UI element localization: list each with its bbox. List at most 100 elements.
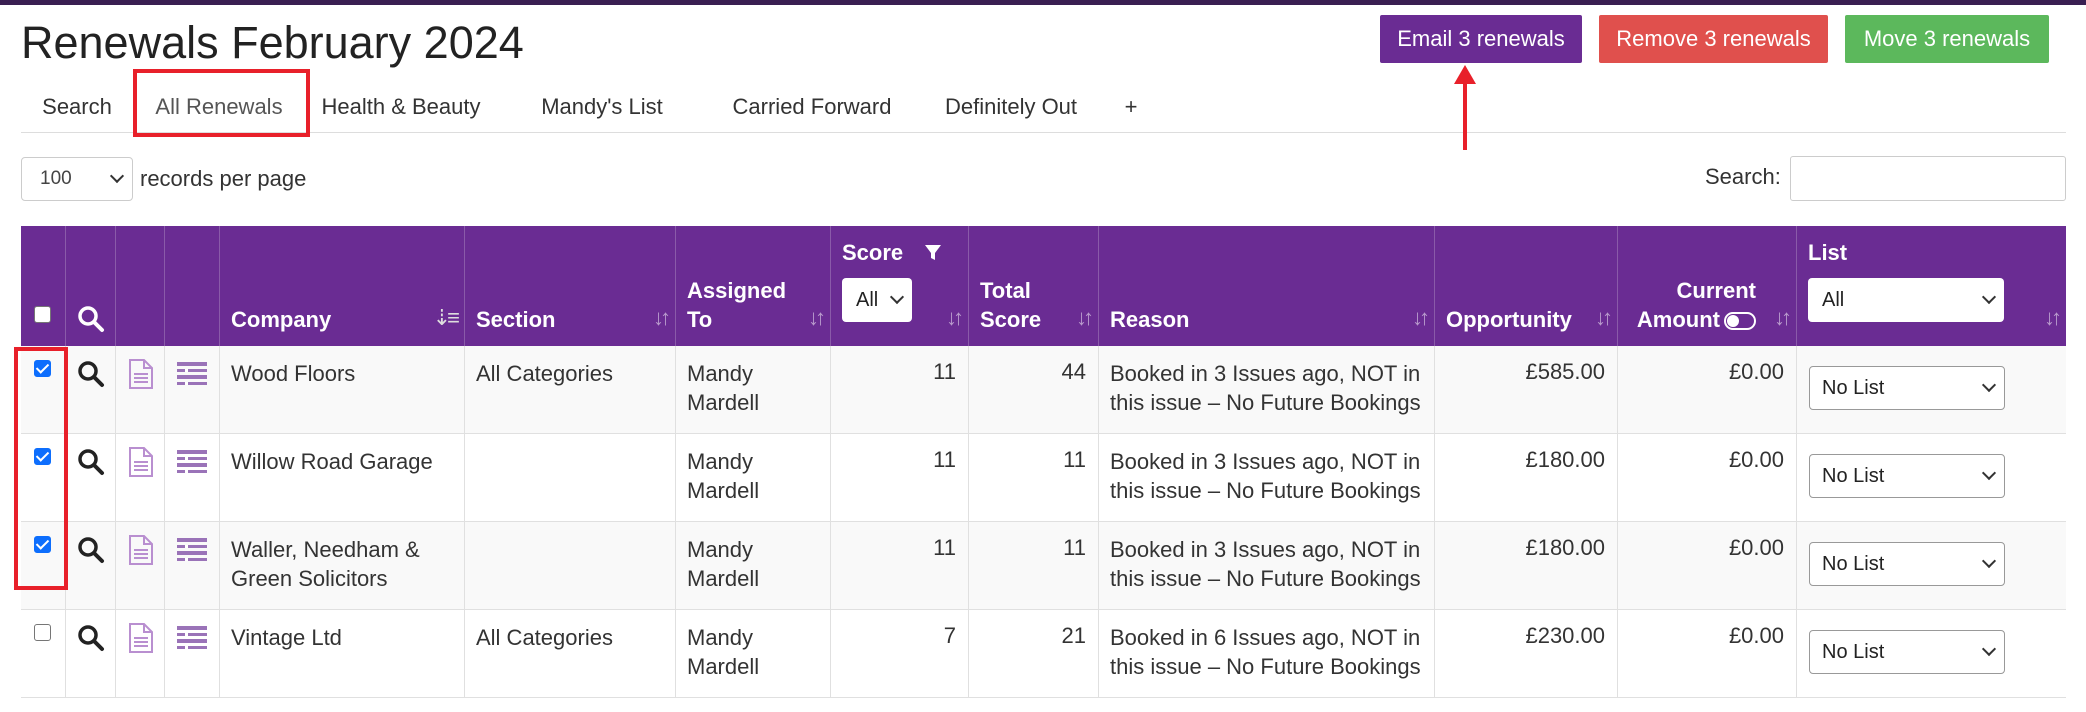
cell-opportunity: £585.00 [1525, 359, 1605, 384]
cell-wrap-details [165, 610, 220, 698]
header-current-amount[interactable]: Current Amount ↓↑ [1618, 226, 1797, 346]
score-filter-value: All [856, 288, 879, 311]
header-reason[interactable]: Reason ↓↑ [1099, 226, 1435, 346]
search-input[interactable] [1790, 156, 2066, 201]
header-section[interactable]: Section ↓↑ [465, 226, 676, 346]
tab-health-beauty[interactable]: Health & Beauty [311, 80, 491, 133]
row-list-select[interactable]: No List [1809, 366, 2005, 410]
search-icon[interactable] [77, 448, 105, 476]
cell-company: Willow Road Garage [231, 449, 433, 474]
header-score[interactable]: Score All ↓↑ [831, 226, 969, 346]
cell-wrap-view [66, 522, 116, 610]
row-list-select[interactable]: No List [1809, 454, 2005, 498]
cell-wrap-assigned: Mandy Mardell [676, 522, 831, 610]
tab-carried-forward[interactable]: Carried Forward [709, 80, 915, 133]
header-opportunity[interactable]: Opportunity ↓↑ [1435, 226, 1618, 346]
document-icon[interactable] [128, 447, 154, 477]
tab-search[interactable]: Search [21, 80, 133, 133]
document-icon[interactable] [128, 535, 154, 565]
cell-assigned: Mandy Mardell [687, 361, 760, 415]
details-list-icon[interactable] [177, 362, 207, 386]
sort-icon: ↓↑ [1076, 305, 1094, 330]
header-assigned-to[interactable]: Assigned To ↓↑ [676, 226, 831, 346]
cell-current-amount: £0.00 [1728, 535, 1784, 560]
header-score-label: Score [842, 240, 904, 265]
cell-wrap-assigned: Mandy Mardell [676, 346, 831, 434]
records-per-page: 100 records per page [21, 157, 306, 201]
cell-opportunity: £230.00 [1525, 623, 1605, 648]
header-current-amount-label: Current Amount [1636, 278, 1756, 332]
details-list-icon[interactable] [177, 626, 207, 650]
header-reason-label: Reason [1110, 307, 1190, 332]
records-per-page-value: 100 [40, 168, 72, 189]
cell-wrap-company: Vintage Ltd [220, 610, 465, 698]
list-filter-select[interactable]: All [1808, 278, 2004, 322]
cell-wrap-list: No List [1797, 346, 2066, 434]
header-company[interactable]: Company ⇣≡ [220, 226, 465, 346]
details-list-icon[interactable] [177, 450, 207, 474]
row-list-value: No List [1822, 552, 1885, 575]
sort-icon: ↓↑ [1595, 305, 1613, 330]
cell-total-score: 11 [1063, 447, 1086, 472]
tab-definitely-out[interactable]: Definitely Out [915, 80, 1107, 133]
score-filter-select[interactable]: All [842, 278, 912, 322]
sort-icon: ↓↑ [1774, 305, 1792, 330]
details-list-icon[interactable] [177, 538, 207, 562]
row-list-value: No List [1822, 464, 1885, 487]
chevron-down-icon [1981, 641, 1997, 657]
document-icon[interactable] [128, 359, 154, 389]
records-per-page-select[interactable]: 100 [21, 157, 133, 201]
cell-wrap-total_score: 11 [969, 522, 1099, 610]
header-select-all [21, 226, 66, 346]
cell-wrap-company: Wood Floors [220, 346, 465, 434]
table-row: Willow Road Garage Mandy Mardell 11 11 Booked… [21, 434, 2066, 522]
row-select-checkbox[interactable] [34, 624, 51, 641]
search-icon[interactable] [77, 536, 105, 564]
cell-wrap-current_amount: £0.00 [1618, 346, 1797, 434]
cell-wrap-opportunity: £230.00 [1435, 610, 1618, 698]
cell-wrap-score: 7 [831, 610, 969, 698]
cell-wrap-section [465, 434, 676, 522]
cell-wrap-score: 11 [831, 346, 969, 434]
header-total-score[interactable]: Total Score ↓↑ [969, 226, 1099, 346]
cell-section: All Categories [476, 361, 613, 386]
row-list-select[interactable]: No List [1809, 542, 2005, 586]
cell-wrap-reason: Booked in 3 Issues ago, NOT in this issue… [1099, 346, 1435, 434]
table-row: Wood Floors All Categories Mandy Mardell 11 4… [21, 346, 2066, 434]
cell-wrap-assigned: Mandy Mardell [676, 434, 831, 522]
cell-wrap-reason: Booked in 3 Issues ago, NOT in this issue… [1099, 522, 1435, 610]
records-per-page-label: records per page [140, 166, 307, 191]
cell-wrap-opportunity: £180.00 [1435, 522, 1618, 610]
cell-total-score: 44 [1061, 359, 1086, 384]
remove-renewals-button[interactable]: Remove 3 renewals [1599, 15, 1828, 63]
search-icon[interactable] [77, 360, 105, 388]
move-renewals-button[interactable]: Move 3 renewals [1845, 15, 2049, 63]
cell-wrap-total_score: 11 [969, 434, 1099, 522]
cell-wrap-view [66, 610, 116, 698]
cell-wrap-current_amount: £0.00 [1618, 434, 1797, 522]
sort-desc-icon: ⇣≡ [432, 305, 460, 330]
document-icon[interactable] [128, 623, 154, 653]
cell-company: Vintage Ltd [231, 625, 342, 650]
email-renewals-button[interactable]: Email 3 renewals [1380, 15, 1582, 63]
header-list[interactable]: List All ↓↑ [1797, 226, 2066, 346]
table-row: Vintage Ltd All Categories Mandy Mardell 7 21… [21, 610, 2066, 698]
tab-add[interactable]: + [1106, 80, 1156, 133]
cell-wrap-list: No List [1797, 522, 2066, 610]
sort-icon: ↓↑ [2044, 305, 2062, 330]
cell-reason: Booked in 3 Issues ago, NOT in this issue… [1110, 449, 1421, 503]
cell-reason: Booked in 6 Issues ago, NOT in this issue… [1110, 625, 1421, 679]
cell-opportunity: £180.00 [1525, 447, 1605, 472]
select-all-checkbox[interactable] [34, 306, 51, 323]
annotation-highlight-checkboxes [14, 347, 68, 590]
tab-mandys-list[interactable]: Mandy's List [521, 80, 683, 133]
row-list-select[interactable]: No List [1809, 630, 2005, 674]
header-total-score-label: Total Score [980, 278, 1042, 332]
search-icon[interactable] [77, 624, 105, 652]
cell-wrap-details [165, 434, 220, 522]
cell-wrap-doc [116, 522, 165, 610]
cell-wrap-company: Willow Road Garage [220, 434, 465, 522]
cell-opportunity: £180.00 [1525, 535, 1605, 560]
toggle-switch-icon[interactable] [1724, 312, 1756, 331]
cell-company: Waller, Needham & Green Solicitors [231, 537, 420, 591]
